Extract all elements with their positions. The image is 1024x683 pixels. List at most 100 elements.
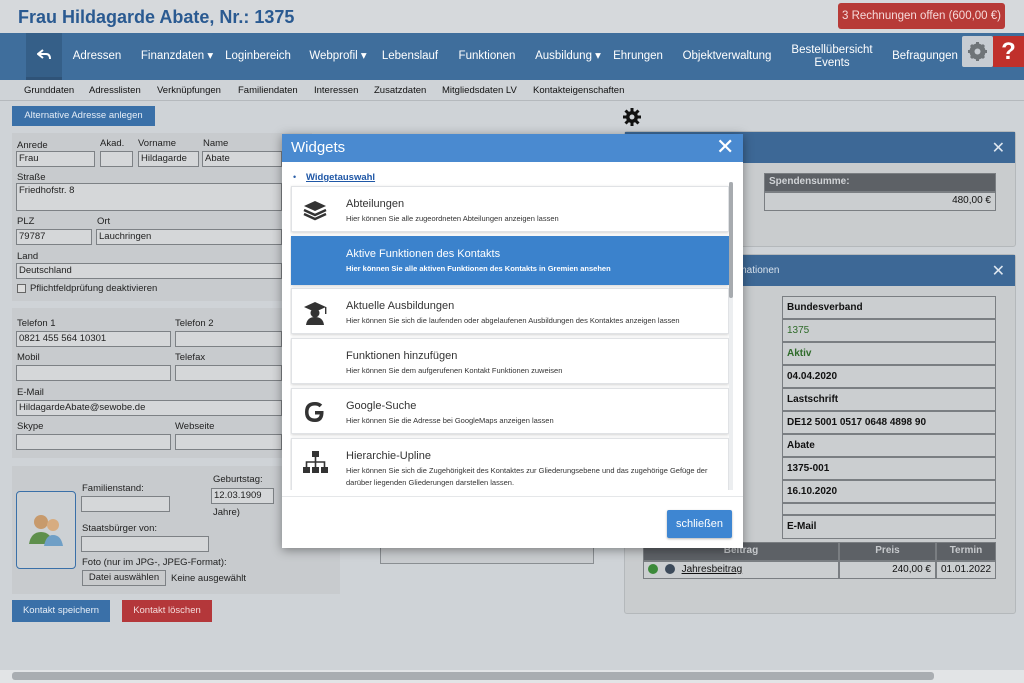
subnav-zusatzdaten[interactable]: Zusatzdaten bbox=[374, 85, 426, 96]
info-row: Lastschrift bbox=[782, 388, 996, 411]
item-desc: Hier können Sie die Adresse bei GoogleMa… bbox=[346, 416, 554, 425]
foto-label: Foto (nur im JPG-, JPEG-Format): bbox=[82, 557, 227, 568]
close-button[interactable]: schließen bbox=[667, 510, 732, 538]
plz-input[interactable]: 79787 bbox=[16, 229, 92, 245]
nav-item-objektverwaltung[interactable]: Objektverwaltung bbox=[680, 33, 774, 80]
nav-item-funktionen[interactable]: Funktionen bbox=[456, 33, 518, 80]
settings-button[interactable] bbox=[962, 36, 993, 67]
save-contact-button[interactable]: Kontakt speichern bbox=[12, 600, 110, 622]
skype-label: Skype bbox=[17, 421, 44, 432]
skype-input[interactable] bbox=[16, 434, 171, 450]
info-row: Bundesverband bbox=[782, 296, 996, 319]
nav-item-adressen[interactable]: Adressen bbox=[70, 33, 124, 80]
pflicht-checkbox[interactable] bbox=[17, 284, 26, 293]
telefon2-input[interactable] bbox=[175, 331, 282, 347]
anrede-select[interactable]: Frau bbox=[16, 151, 95, 167]
widget-list-scrollbar-thumb[interactable] bbox=[729, 182, 733, 298]
nav-item-bestelluebersicht[interactable]: Bestellübersicht Events bbox=[788, 33, 876, 80]
info-row: DE12 5001 0517 0648 4898 90 bbox=[782, 411, 996, 434]
nav-item-lebenslauf[interactable]: Lebenslauf bbox=[380, 33, 440, 80]
subnav-interessen[interactable]: Interessen bbox=[314, 85, 358, 96]
list-item[interactable]: Google-Suche Hier können Sie die Adresse… bbox=[291, 388, 729, 434]
info-icon[interactable] bbox=[664, 564, 675, 575]
telefon1-label: Telefon 1 bbox=[17, 318, 56, 329]
widgets-modal: Widgets ✕ • Widgetauswahl Abteilungen Hi… bbox=[282, 134, 743, 548]
item-desc: Hier können Sie dem aufgerufenen Kontakt… bbox=[346, 366, 563, 375]
strasse-input[interactable]: Friedhofstr. 8 bbox=[16, 183, 282, 211]
anrede-label: Anrede bbox=[17, 140, 48, 151]
nav-item-ehrungen[interactable]: Ehrungen bbox=[612, 33, 664, 80]
layers-icon bbox=[303, 201, 327, 221]
info-row: 16.10.2020 bbox=[782, 480, 996, 503]
familienstand-select[interactable] bbox=[81, 496, 170, 512]
help-button[interactable]: ? bbox=[993, 36, 1024, 67]
info-row: E-Mail bbox=[782, 515, 996, 539]
land-input[interactable]: Deutschland bbox=[16, 263, 282, 279]
nav-item-webprofil[interactable]: Webprofil ▾ bbox=[308, 33, 368, 80]
close-icon[interactable]: ✕ bbox=[716, 135, 734, 159]
email-input[interactable]: HildagardeAbate@sewobe.de bbox=[16, 400, 282, 416]
geburtstag-input[interactable]: 12.03.1909 bbox=[211, 488, 274, 504]
avatar[interactable] bbox=[16, 491, 76, 569]
open-invoices-button[interactable]: 3 Rechnungen offen (600,00 €) bbox=[838, 3, 1005, 29]
beitrag-date: 01.01.2022 bbox=[936, 561, 996, 579]
item-title: Abteilungen bbox=[346, 198, 405, 210]
close-icon[interactable]: ✕ bbox=[992, 261, 1005, 281]
nav-item-loginbereich[interactable]: Loginbereich bbox=[224, 33, 292, 80]
webseite-input[interactable] bbox=[175, 434, 282, 450]
mobil-input[interactable] bbox=[16, 365, 171, 381]
ort-input[interactable]: Lauchringen bbox=[96, 229, 282, 245]
subnav-familiendaten[interactable]: Familiendaten bbox=[238, 85, 298, 96]
subnav-grunddaten[interactable]: Grunddaten bbox=[24, 85, 74, 96]
beitrag-name[interactable]: Jahresbeitrag bbox=[682, 564, 743, 575]
info-row: Abate bbox=[782, 434, 996, 457]
delete-contact-button[interactable]: Kontakt löschen bbox=[122, 600, 212, 622]
horizontal-scrollbar-thumb[interactable] bbox=[12, 672, 934, 680]
graduate-icon bbox=[304, 302, 327, 325]
info-row: 1375 bbox=[782, 319, 996, 342]
telefon1-input[interactable]: 0821 455 564 10301 bbox=[16, 331, 171, 347]
vorname-input[interactable]: Hildagarde bbox=[138, 151, 199, 167]
sub-nav: Grunddaten Adresslisten Verknüpfungen Fa… bbox=[0, 80, 1024, 101]
email-label: E-Mail bbox=[17, 387, 44, 398]
widget-settings-gear-icon[interactable] bbox=[622, 107, 642, 127]
beitrag-price: 240,00 € bbox=[839, 561, 936, 579]
item-title: Aktive Funktionen des Kontakts bbox=[346, 248, 501, 260]
add-icon[interactable] bbox=[648, 564, 658, 575]
preis-header: Preis bbox=[839, 542, 936, 561]
google-icon bbox=[305, 402, 324, 422]
list-item[interactable]: Hierarchie-Upline Hier können Sie sich d… bbox=[291, 438, 729, 490]
vorname-label: Vorname bbox=[138, 138, 177, 149]
breadcrumb-bullet: • bbox=[293, 172, 297, 182]
list-item[interactable]: Aktuelle Ausbildungen Hier können Sie si… bbox=[291, 288, 729, 334]
nav-item-finanzdaten[interactable]: Finanzdaten ▾ bbox=[140, 33, 214, 80]
close-icon[interactable]: ✕ bbox=[992, 138, 1005, 158]
subnav-mitgliedsdaten[interactable]: Mitgliedsdaten LV bbox=[442, 85, 517, 96]
telefax-input[interactable] bbox=[175, 365, 282, 381]
subnav-verknuepfungen[interactable]: Verknüpfungen bbox=[157, 85, 221, 96]
info-row: Aktiv bbox=[782, 342, 996, 365]
nav-back-button[interactable] bbox=[26, 33, 62, 80]
familienstand-label: Familienstand: bbox=[82, 483, 144, 494]
list-item[interactable]: Aktive Funktionen des Kontakts Hier könn… bbox=[291, 236, 729, 285]
item-desc: Hier können Sie sich die laufenden oder … bbox=[346, 316, 680, 325]
info-row: 04.04.2020 bbox=[782, 365, 996, 388]
list-item[interactable]: Funktionen hinzufügen Hier können Sie de… bbox=[291, 338, 729, 384]
staatsbuerger-select[interactable] bbox=[81, 536, 209, 552]
list-item[interactable]: Abteilungen Hier können Sie alle zugeord… bbox=[291, 186, 729, 232]
file-choose-button[interactable]: Datei auswählen bbox=[82, 570, 166, 586]
info-row: 1375-001 bbox=[782, 457, 996, 480]
nav-item-ausbildung[interactable]: Ausbildung ▾ bbox=[532, 33, 604, 80]
subnav-adresslisten[interactable]: Adresslisten bbox=[89, 85, 141, 96]
contact-avatar-icon bbox=[29, 515, 63, 546]
plz-label: PLZ bbox=[17, 216, 35, 227]
item-title: Funktionen hinzufügen bbox=[346, 350, 458, 362]
alt-address-button[interactable]: Alternative Adresse anlegen bbox=[12, 106, 155, 126]
subnav-kontakteigenschaften[interactable]: Kontakteigenschaften bbox=[533, 85, 624, 96]
name-input[interactable]: Abate bbox=[202, 151, 282, 167]
spenden-header: Spendensumme: bbox=[764, 173, 996, 192]
hierarchy-icon bbox=[303, 451, 328, 473]
akad-input[interactable] bbox=[100, 151, 133, 167]
nav-item-befragungen[interactable]: Befragungen bbox=[890, 33, 960, 80]
webseite-label: Webseite bbox=[175, 421, 215, 432]
